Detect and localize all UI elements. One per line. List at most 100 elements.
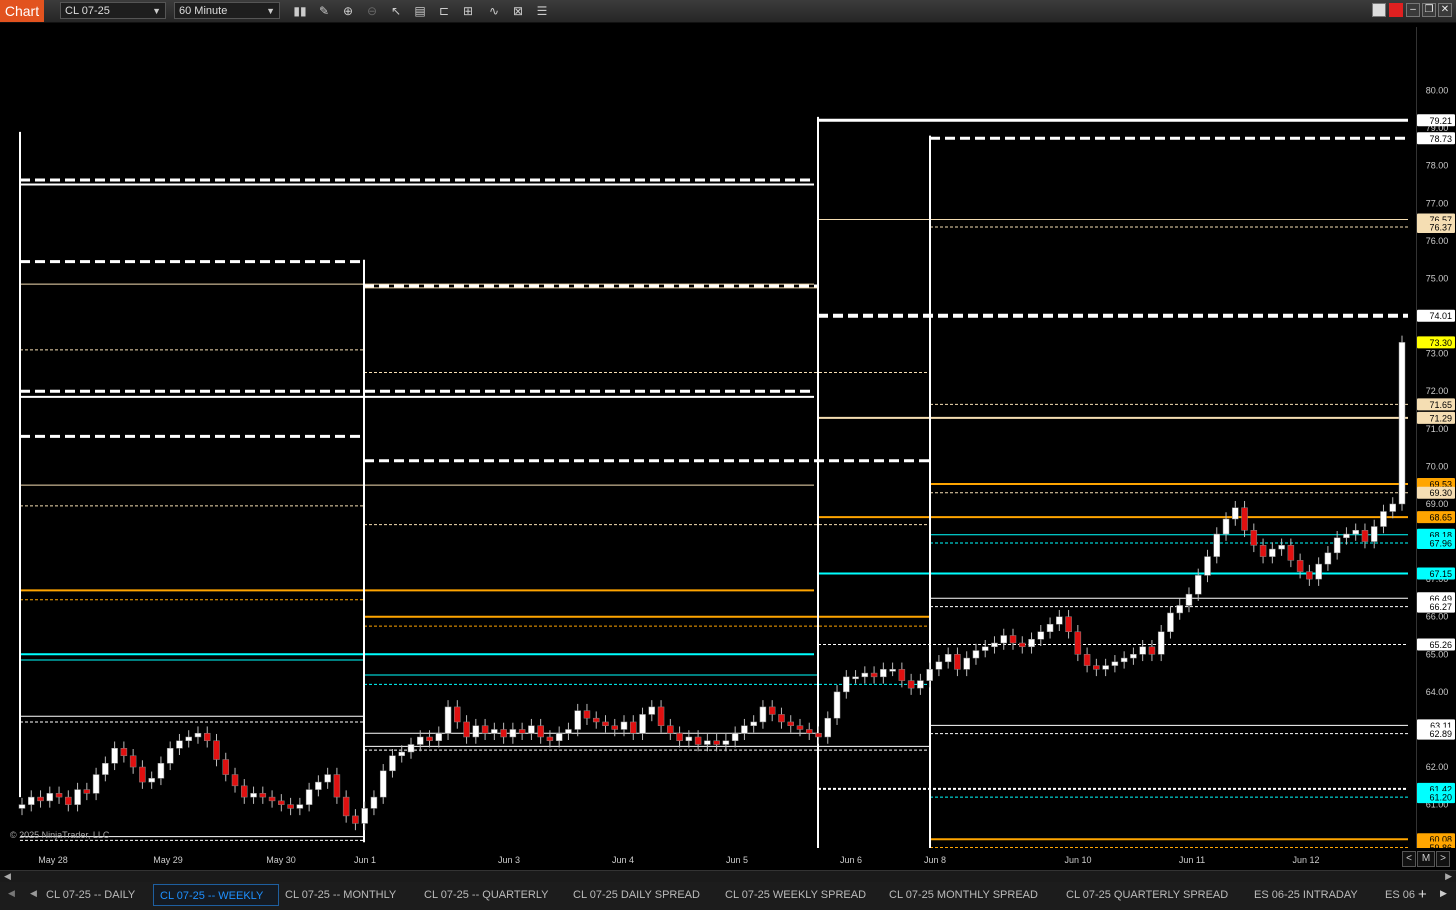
price-level-label: 78.73 <box>1417 132 1455 145</box>
drawing-pencil-icon[interactable]: ✎ <box>316 3 332 19</box>
price-axis-scale: 80.0079.0078.0077.0076.0075.0074.0073.00… <box>1417 86 1455 864</box>
candle <box>1176 598 1183 620</box>
candle <box>833 685 841 725</box>
candle-body <box>657 706 665 726</box>
candle-body <box>102 763 109 775</box>
candle-body <box>731 732 739 741</box>
minimize-icon[interactable]: – <box>1406 3 1420 17</box>
candle <box>509 722 517 744</box>
candle <box>805 722 813 740</box>
candle-body <box>926 669 933 681</box>
price-label-text: 71.29 <box>1429 413 1452 423</box>
menu-icon[interactable]: ☰ <box>534 3 550 19</box>
chevron-down-icon: ▼ <box>152 6 161 16</box>
price-level-label: 79.21 <box>1417 114 1455 127</box>
candle-body <box>500 729 507 738</box>
bar-style-icon[interactable]: ▮▮ <box>292 3 308 19</box>
candle <box>843 670 850 699</box>
candle <box>704 733 711 752</box>
candle <box>1343 527 1350 545</box>
candle <box>944 647 952 669</box>
candle-body <box>602 721 609 726</box>
tab-bar: ◀ ◀ CL 07-25 -- DAILY CL 07-25 -- WEEKLY… <box>0 882 1456 910</box>
zoom-out-icon[interactable]: ⊖ <box>364 3 380 19</box>
time-axis[interactable]: May 28 May 29 May 30 Jun 1 Jun 3 Jun 4 Jun 5 Ju… <box>8 848 1416 870</box>
price-label-text: 73.30 <box>1429 338 1452 348</box>
chart-trader-icon[interactable]: ⊞ <box>460 3 476 19</box>
maximize-icon[interactable]: ❐ <box>1422 3 1436 17</box>
tab-quarterly-spread[interactable]: CL 07-25 QUARTERLY SPREAD <box>1066 884 1228 906</box>
time-axis-scale: May 28 May 29 May 30 Jun 1 Jun 3 Jun 4 Jun 5 Ju… <box>38 855 1319 865</box>
candle-body <box>1398 342 1406 505</box>
tab-quarterly[interactable]: CL 07-25 -- QUARTERLY <box>424 884 549 906</box>
tab-list-icon[interactable]: ◀ <box>30 888 37 899</box>
candle-body <box>1232 507 1239 520</box>
link-color-icon[interactable] <box>1372 3 1386 17</box>
scroll-left-icon[interactable]: ◀ <box>4 871 11 882</box>
tab-daily[interactable]: CL 07-25 -- DAILY <box>46 884 135 906</box>
candle <box>352 809 359 831</box>
candle <box>1398 335 1406 511</box>
tab-monthly-spread[interactable]: CL 07-25 MONTHLY SPREAD <box>889 884 1038 906</box>
candle <box>870 666 878 684</box>
candle-body <box>1046 623 1054 633</box>
tab-scroll-right-icon[interactable]: ▶ <box>1440 888 1447 899</box>
instrument-link-icon[interactable] <box>1389 3 1403 17</box>
tab-monthly[interactable]: CL 07-25 -- MONTHLY <box>285 884 396 906</box>
candle <box>1278 538 1285 556</box>
scroll-forward-button[interactable]: > <box>1436 851 1450 867</box>
candle-body <box>861 672 869 678</box>
tab-weekly[interactable]: CL 07-25 -- WEEKLY <box>153 884 279 906</box>
candle <box>731 726 739 748</box>
price-axis[interactable]: 80.0079.0078.0077.0076.0075.0074.0073.00… <box>1416 27 1456 864</box>
templates-icon[interactable]: ⊏ <box>436 3 452 19</box>
chart-panel[interactable] <box>8 27 1416 861</box>
candle <box>296 797 304 816</box>
candle <box>278 794 285 812</box>
candle-body <box>898 669 906 681</box>
candle-body <box>148 778 155 783</box>
title-bar: Chart CL 07-25 ▼ 60 Minute ▼ ▮▮ ✎ ⊕ ⊖ ↖ … <box>0 0 1456 23</box>
time-tick-label: May 30 <box>266 855 296 865</box>
tab-daily-spread[interactable]: CL 07-25 DAILY SPREAD <box>573 884 700 906</box>
tab-es-intraday[interactable]: ES 06-25 INTRADAY <box>1254 884 1358 906</box>
interval-selector[interactable]: 60 Minute ▼ <box>174 2 280 19</box>
data-box-icon[interactable]: ▤ <box>412 3 428 19</box>
candle-body <box>157 763 165 779</box>
scroll-back-button[interactable]: < <box>1402 851 1416 867</box>
candle <box>861 666 869 684</box>
scroll-right-icon[interactable]: ▶ <box>1445 871 1452 882</box>
price-label-text: 71.65 <box>1429 400 1452 410</box>
candle-body <box>472 725 480 738</box>
zoom-m-button[interactable]: M <box>1417 851 1435 867</box>
candle <box>324 767 331 789</box>
candle <box>241 779 248 804</box>
candle <box>65 790 72 812</box>
chevron-down-icon: ▼ <box>266 6 275 16</box>
candle <box>1389 497 1396 519</box>
candle-body <box>917 680 924 689</box>
candle <box>852 670 859 684</box>
candle-body <box>694 736 702 745</box>
candle-body <box>55 793 63 798</box>
tab-es-06[interactable]: ES 06 <box>1385 884 1415 906</box>
tab-weekly-spread[interactable]: CL 07-25 WEEKLY SPREAD <box>725 884 866 906</box>
candle-body <box>778 714 785 723</box>
pointer-icon[interactable]: ↖ <box>388 3 404 19</box>
close-icon[interactable]: ✕ <box>1438 3 1452 17</box>
properties-icon[interactable]: ⊠ <box>510 3 526 19</box>
price-label-text: 79.21 <box>1429 116 1452 126</box>
candle-body <box>1019 642 1026 648</box>
candle-body <box>852 676 859 680</box>
candle <box>1361 523 1369 549</box>
instrument-selector[interactable]: CL 07-25 ▼ <box>60 2 166 19</box>
zoom-in-icon[interactable]: ⊕ <box>340 3 356 19</box>
candle <box>74 782 81 812</box>
add-tab-button[interactable]: + <box>1418 884 1427 906</box>
strategies-icon[interactable]: ∿ <box>486 3 502 19</box>
candle <box>379 764 387 804</box>
candle-body <box>28 796 35 805</box>
candle-body <box>139 766 146 783</box>
candle <box>370 790 378 816</box>
tab-scroll-left-icon[interactable]: ◀ <box>8 888 15 899</box>
